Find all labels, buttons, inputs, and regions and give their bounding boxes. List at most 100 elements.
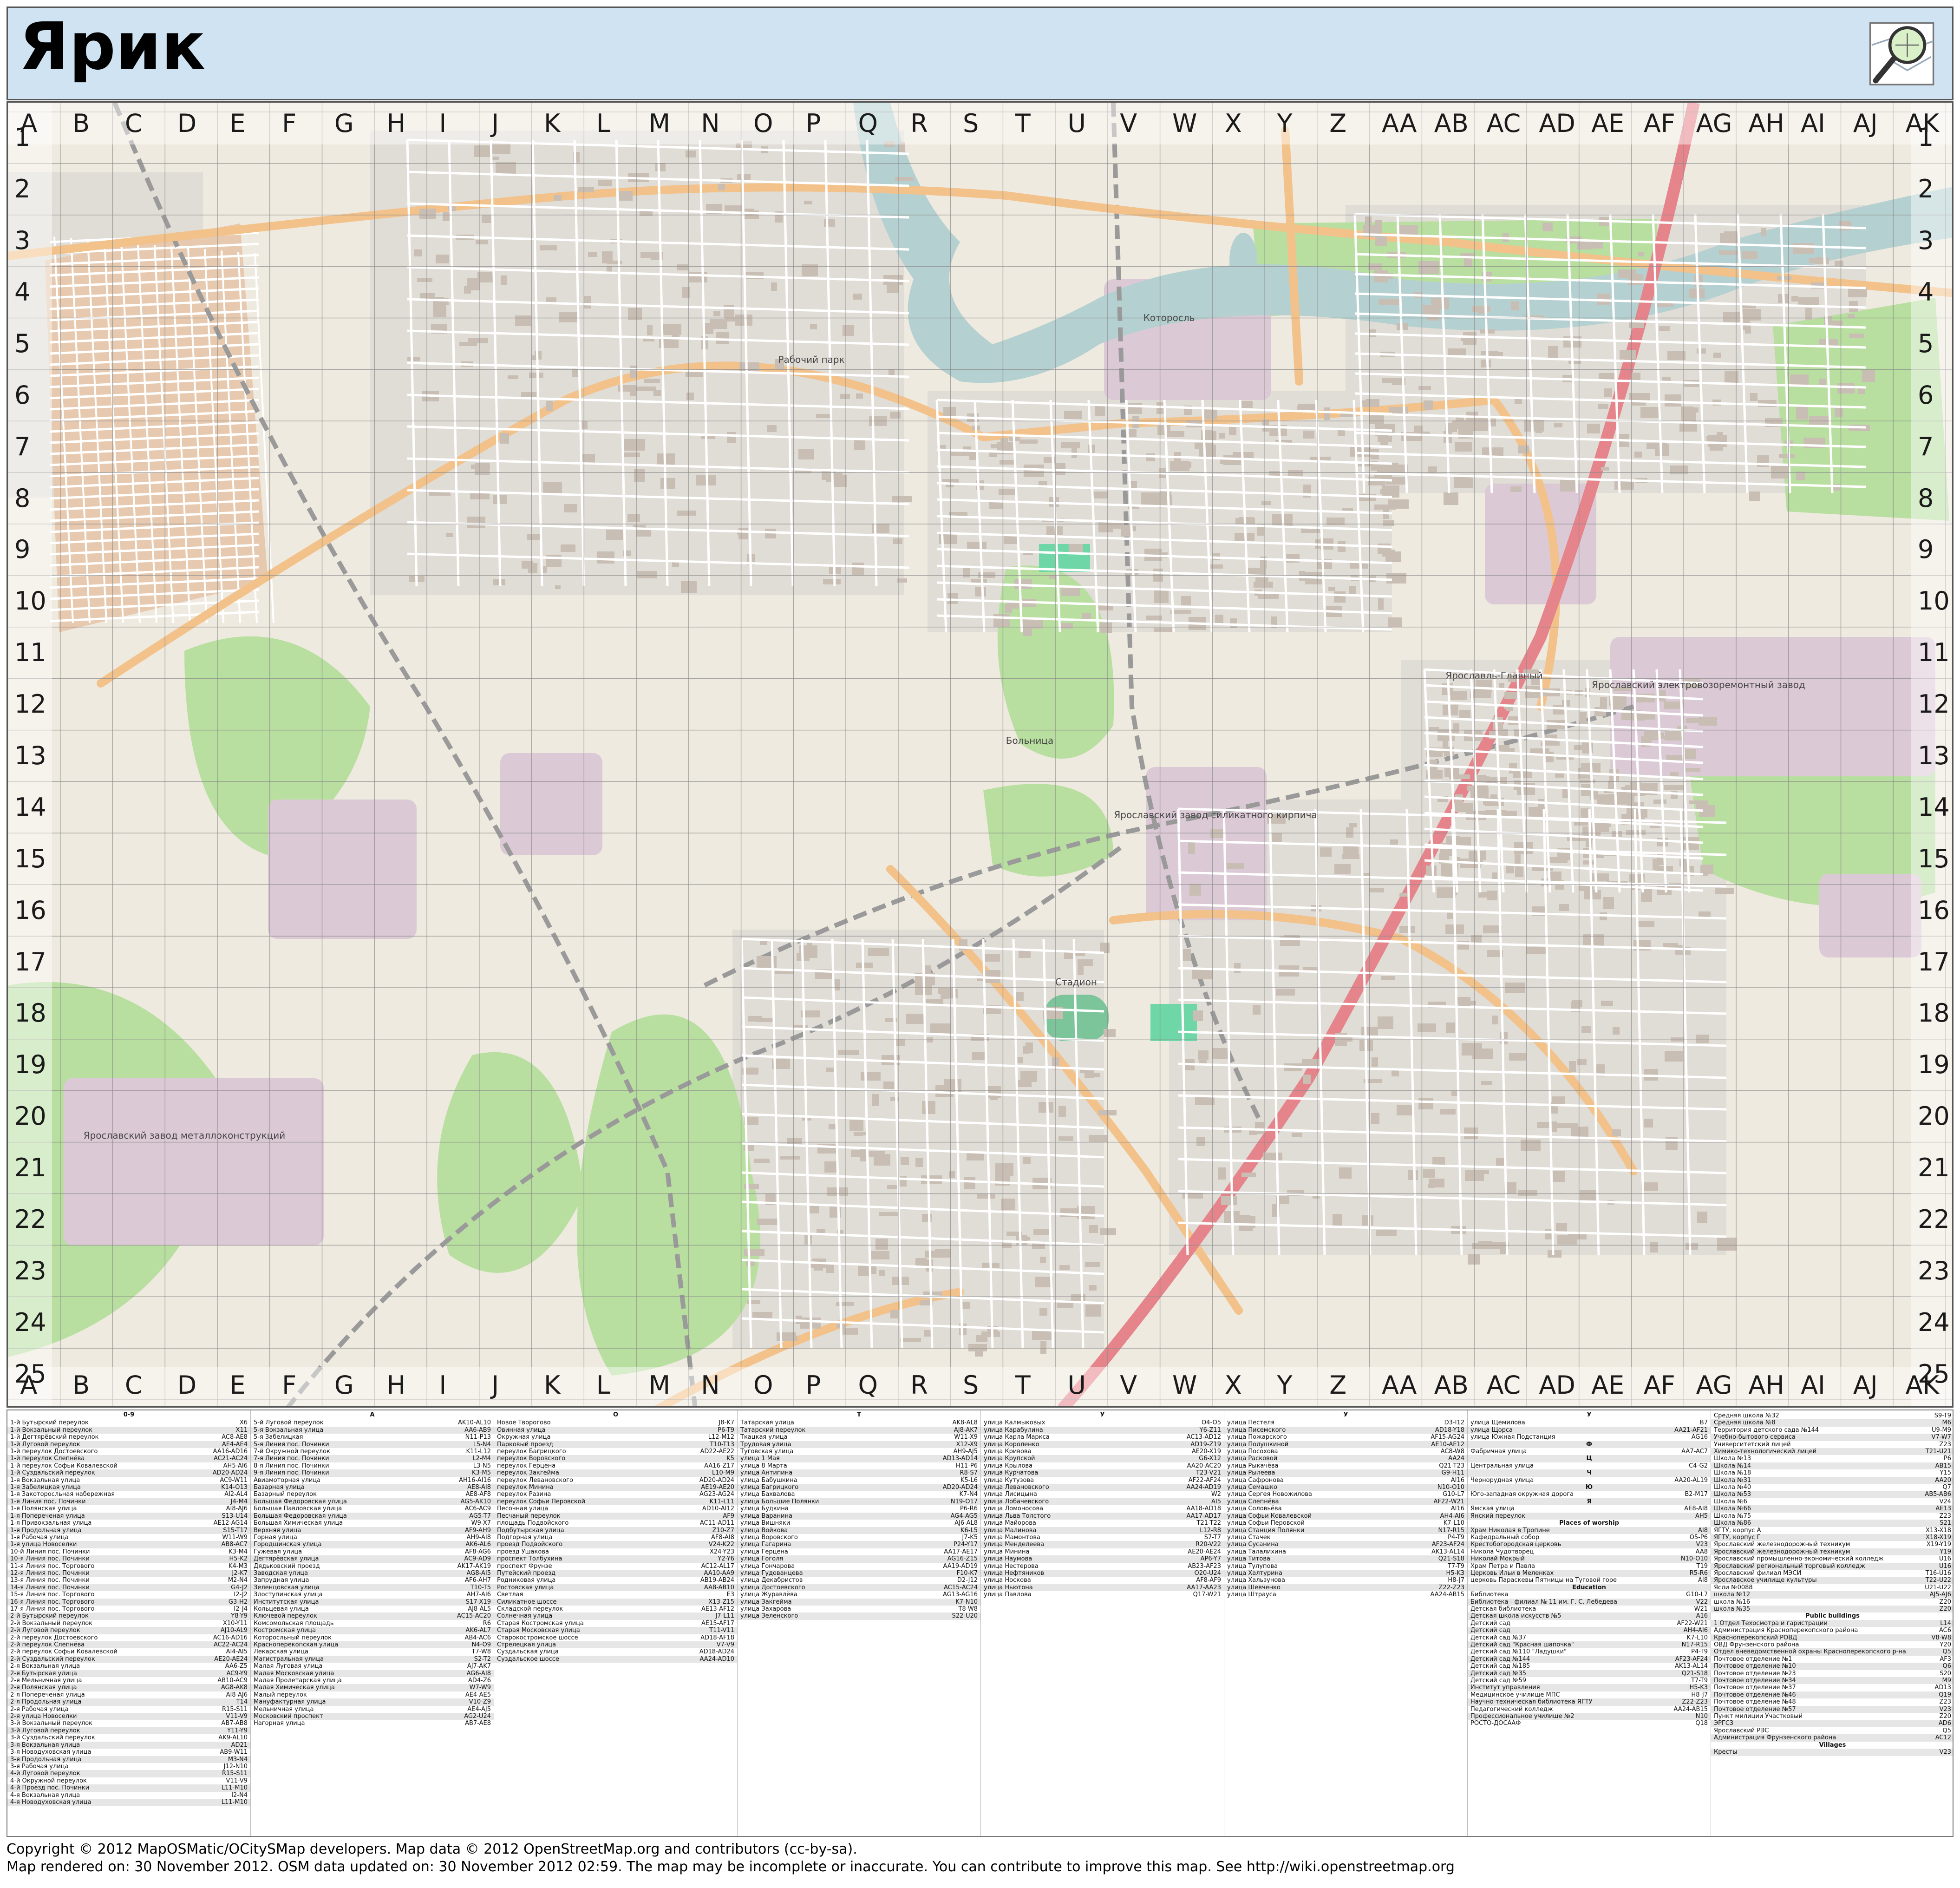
index-entry: 2-й Вокзальный переулок X10-Y11 xyxy=(7,1620,250,1627)
index-entry-square: L11-M10 xyxy=(221,1798,248,1806)
index-entry-square: Y2-Y6 xyxy=(718,1555,734,1563)
index-entry-name: улица Титова xyxy=(1227,1555,1270,1563)
index-entry-square: Y11-Y9 xyxy=(227,1727,248,1734)
index-entry-square: X6 xyxy=(239,1419,248,1427)
index-entry: улица Лисицына W2 xyxy=(981,1491,1224,1498)
index-entry: Профессиональное училище №2 N10 xyxy=(1468,1713,1711,1720)
building xyxy=(1078,964,1084,975)
index-entry-square: AJ8-AK7 xyxy=(954,1426,978,1434)
index-entry-square: N11-P13 xyxy=(465,1434,491,1441)
building xyxy=(1241,1173,1256,1177)
building xyxy=(1378,436,1392,442)
column-label-top: AE xyxy=(1591,109,1625,138)
index-entry: Ямская улица AE8-AI8 xyxy=(1468,1505,1711,1512)
column-label-bottom: V xyxy=(1120,1370,1137,1400)
index-entry-name: 2-й Бутырский переулок xyxy=(10,1613,89,1620)
index-entry: Храм Петра и Павла T19 xyxy=(1468,1563,1711,1570)
place-label-station: Ярославль-Главный xyxy=(1445,670,1542,681)
index-entry-square: S21 xyxy=(1940,1520,1951,1527)
index-entry: школа №16 Z20 xyxy=(1711,1599,1953,1606)
index-entry: Янский переулок AH5 xyxy=(1468,1512,1711,1520)
index-entry-name: 3-я Рабочая улица xyxy=(10,1763,69,1770)
index-entry-square: AB5-AB6 xyxy=(1925,1491,1951,1498)
index-entry-name: Мельничная улица xyxy=(254,1705,314,1713)
index-entry-square: Z23 xyxy=(1939,1441,1951,1448)
index-entry-name: Почтовое отделение №34 xyxy=(1714,1677,1796,1685)
building xyxy=(1094,1073,1100,1077)
index-entry-square: AG5-AK10 xyxy=(460,1498,491,1505)
building xyxy=(1469,851,1486,860)
index-entry-name: Овинная улица xyxy=(497,1426,546,1434)
index-entry: Ростовская улица AA8-AB10 xyxy=(494,1584,737,1592)
city-map[interactable]: Рабочий парк Стадион Больница Ярославский з… xyxy=(7,101,1953,1408)
building xyxy=(1665,1051,1683,1062)
index-entry: Территория детского сада №144 U9-M9 xyxy=(1711,1427,1953,1434)
building xyxy=(1492,1016,1498,1024)
index-entry-name: 1-я Рабочая улица xyxy=(10,1534,69,1541)
index-entry: Ярославский РЭС Q5 xyxy=(1711,1727,1953,1734)
index-entry-square: AC12-AL17 xyxy=(701,1562,734,1570)
index-entry-square: AE8-AI8 xyxy=(1684,1505,1708,1513)
index-list: 5-й Луговой переулок AK10-AL10 5-я Вокзаль… xyxy=(251,1419,494,1727)
building xyxy=(824,219,835,227)
index-entry: Кресты V23 xyxy=(1711,1749,1953,1756)
index-entry-square: T14 xyxy=(236,1698,248,1706)
index-entry: Научно-техническая библиотека ЯГТУ Z22-Z2… xyxy=(1468,1698,1711,1706)
index-entry-name: улица 8 Марта xyxy=(740,1462,787,1469)
building xyxy=(868,948,889,956)
row-label-left: 14 xyxy=(14,792,46,822)
index-entry-square: W9-X7 xyxy=(471,1520,491,1527)
index-entry-square: AF8-AI8 xyxy=(711,1534,734,1541)
index-entry: Горная улица AH9-AI8 xyxy=(251,1534,494,1541)
index-entry: Старая Московская улица T11-V11 xyxy=(494,1627,737,1634)
building xyxy=(1085,1262,1100,1267)
building xyxy=(1556,1223,1567,1232)
index-entry: улица Герцена AA17-AE17 xyxy=(738,1548,980,1555)
index-entry-square: Y6-Z11 xyxy=(1199,1426,1221,1434)
index-entry-square: AF9-AH9 xyxy=(465,1527,491,1534)
index-entry: улица Менделеева R20-V22 xyxy=(981,1541,1224,1548)
index-entry: Школа №6 V24 xyxy=(1711,1498,1953,1505)
building xyxy=(1379,299,1399,305)
column-label-bottom: R xyxy=(910,1370,928,1400)
index-entry-name: 2-й Суздальский переулок xyxy=(10,1655,95,1663)
building xyxy=(1320,847,1332,857)
column-label-top: L xyxy=(596,109,610,138)
index-entry-name: ЯГТУ, корпус А xyxy=(1714,1527,1761,1534)
building xyxy=(1454,477,1473,488)
index-entry-square: X19-Y19 xyxy=(1926,1541,1951,1548)
index-entry-name: школа №35 xyxy=(1714,1605,1751,1613)
building xyxy=(1339,1167,1352,1179)
building xyxy=(1399,926,1415,933)
index-entry-name: Школа №31 xyxy=(1714,1476,1751,1484)
building xyxy=(1424,400,1433,410)
index-entry: Школа №66 AE13 xyxy=(1711,1505,1953,1513)
index-entry-square: Y8-Y9 xyxy=(231,1613,248,1620)
index-entry: улица Гудованцева F10-K7 xyxy=(738,1569,980,1577)
index-entry-name: 1-я Вокзальная улица xyxy=(10,1476,80,1484)
index-entry: Отдел вневедомственной охраны Краснопере… xyxy=(1711,1648,1953,1656)
index-entry-square: AF22-AF24 xyxy=(1188,1476,1221,1484)
building xyxy=(1742,251,1757,259)
building xyxy=(1007,539,1015,543)
map-canvas[interactable]: Рабочий парк Стадион Больница Ярославский з… xyxy=(8,103,1953,1408)
place-label-plant_east: Ярославский электровозоремонтный завод xyxy=(1592,679,1805,690)
index-entry: Детский сад №59 T7-T9 xyxy=(1468,1677,1711,1684)
building xyxy=(1478,892,1487,898)
index-entry-square: C4-G2 xyxy=(1689,1462,1708,1469)
row-label-right: 13 xyxy=(1918,741,1950,770)
building xyxy=(1815,257,1829,264)
building xyxy=(879,1212,898,1216)
index-entry-name: улица Вишняки xyxy=(740,1520,791,1527)
building xyxy=(1350,563,1368,569)
index-entry-square: X13-X18 xyxy=(1926,1527,1951,1534)
index-entry: Старая Костромская улица AE15-AF17 xyxy=(494,1620,737,1627)
building xyxy=(823,579,841,584)
building xyxy=(1701,865,1713,874)
index-entry-square: AC13-AD12 xyxy=(1186,1434,1221,1441)
building xyxy=(1499,683,1504,688)
index-entry-square: K11-L11 xyxy=(709,1498,734,1505)
index-entry: Татарская улица AK8-AL8 xyxy=(738,1419,980,1426)
index-entry-name: переулок Багрицкого xyxy=(497,1448,566,1455)
index-entry-square: Q21-S18 xyxy=(1681,1670,1708,1677)
